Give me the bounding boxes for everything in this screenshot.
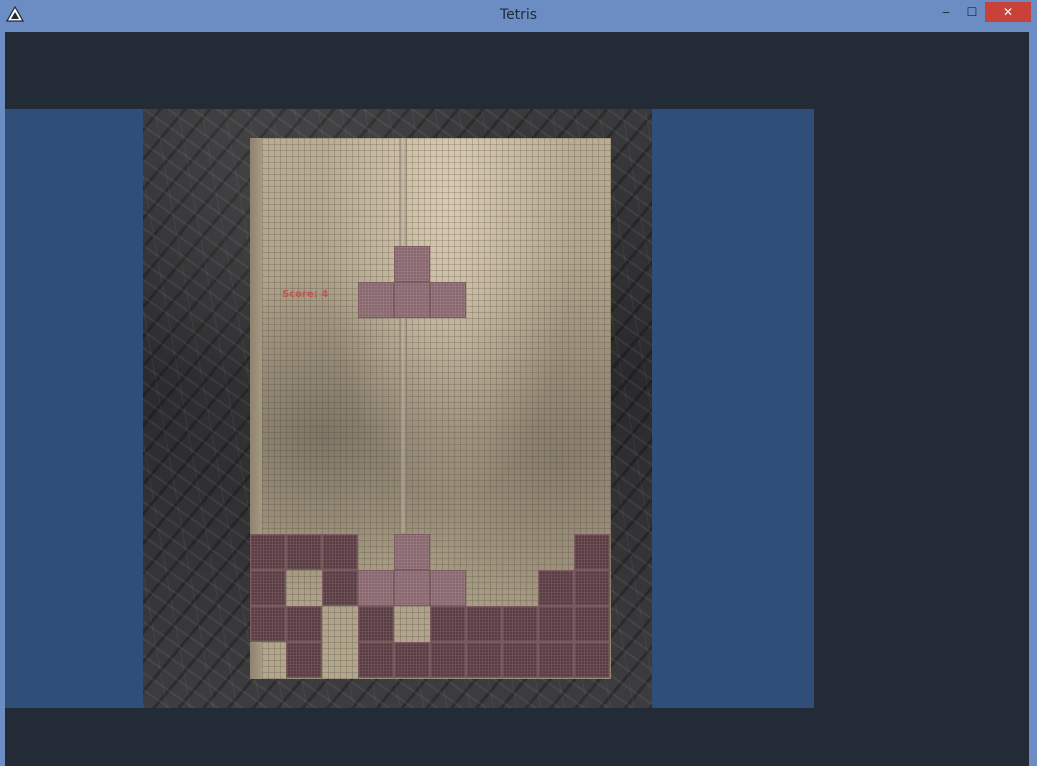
stacked-block <box>250 534 286 570</box>
title-bar[interactable]: Tetris ‒ ☐ ✕ <box>0 0 1037 31</box>
stone-background: Score: 4 <box>143 109 652 708</box>
falling-piece-block <box>394 282 430 318</box>
stacked-block <box>358 642 394 678</box>
stacked-block <box>250 570 286 606</box>
stacked-block <box>322 570 358 606</box>
stacked-block <box>574 606 610 642</box>
falling-piece-block <box>358 282 394 318</box>
stacked-block <box>250 606 286 642</box>
stacked-block <box>466 606 502 642</box>
falling-piece-block <box>430 282 466 318</box>
stacked-block <box>286 606 322 642</box>
stacked-block <box>502 642 538 678</box>
stacked-block <box>322 534 358 570</box>
stacked-block <box>358 606 394 642</box>
stacked-block <box>430 642 466 678</box>
close-button[interactable]: ✕ <box>985 2 1031 22</box>
game-viewport[interactable]: Score: 4 <box>5 109 814 708</box>
stacked-block <box>574 570 610 606</box>
stacked-block <box>502 606 538 642</box>
stacked-block <box>466 642 502 678</box>
stacked-block <box>430 570 466 606</box>
falling-piece-block <box>394 246 430 282</box>
stacked-block <box>574 642 610 678</box>
stacked-block <box>430 606 466 642</box>
game-client-area[interactable]: Score: 4 <box>5 32 1029 766</box>
stacked-block <box>394 534 430 570</box>
stacked-block <box>394 642 430 678</box>
score-label: Score: 4 <box>282 289 329 300</box>
stacked-block <box>286 642 322 678</box>
stacked-block <box>538 570 574 606</box>
window-title: Tetris <box>499 7 538 23</box>
stacked-block <box>286 534 322 570</box>
stacked-block <box>358 570 394 606</box>
playfield-seam <box>399 138 407 533</box>
stacked-block <box>538 642 574 678</box>
stacked-block <box>394 570 430 606</box>
stacked-block <box>538 606 574 642</box>
app-window: Tetris ‒ ☐ ✕ Score: 4 <box>0 0 1037 766</box>
stacked-block <box>574 534 610 570</box>
playfield[interactable]: Score: 4 <box>250 138 611 679</box>
maximize-button[interactable]: ☐ <box>959 2 985 22</box>
minimize-button[interactable]: ‒ <box>933 2 959 22</box>
